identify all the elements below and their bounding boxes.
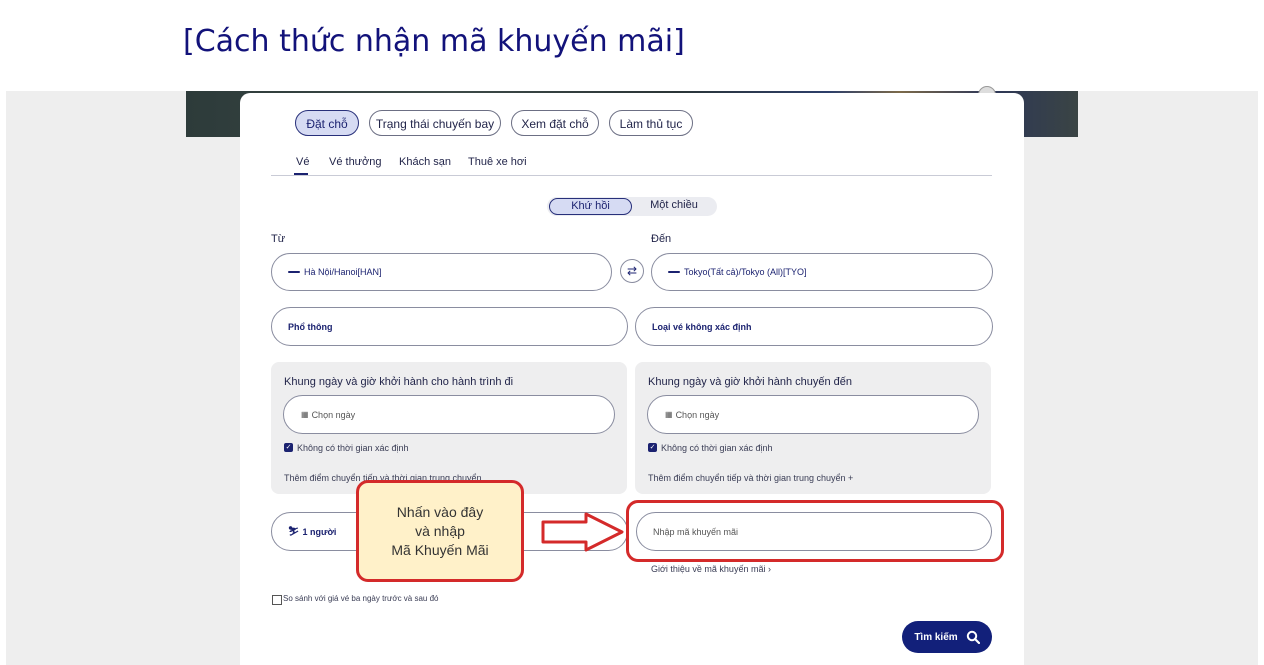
outbound-date-field[interactable]: ▦ Chọn ngày [283, 395, 615, 434]
inbound-title: Khung ngày và giờ khởi hành chuyến đến [648, 376, 853, 388]
inbound-date-field[interactable]: ▦ Chọn ngày [647, 395, 979, 434]
fare-type-select[interactable]: Loại vé không xác định [635, 307, 993, 346]
to-field[interactable]: Tokyo(Tất cả)/Tokyo (All)[TYO] [651, 253, 993, 291]
tab-hotel[interactable]: Khách sạn [399, 156, 451, 168]
inbound-date-placeholder: Chọn ngày [675, 409, 720, 420]
callout-line-3: Mã Khuyến Mãi [391, 541, 489, 558]
promo-intro-link[interactable]: Giới thiệu về mã khuyến mãi › [651, 564, 771, 574]
round-trip-option[interactable]: Khứ hồi [549, 198, 632, 215]
instruction-callout: Nhấn vào đây và nhập Mã Khuyến Mãi [356, 480, 524, 582]
inbound-add-stopover-link[interactable]: Thêm điểm chuyển tiếp và thời gian trung… [648, 473, 853, 483]
from-field[interactable]: Hà Nội/Hanoi[HAN] [271, 253, 612, 291]
inbound-no-time-checkbox[interactable]: ✓ [648, 443, 657, 452]
swap-icon[interactable]: ⇄ [620, 259, 644, 283]
search-button-label: Tìm kiếm [914, 631, 958, 643]
search-icon [966, 630, 980, 644]
outbound-no-time-label: Không có thời gian xác định [297, 443, 409, 453]
outbound-date-placeholder: Chọn ngày [311, 409, 356, 420]
tab-booking[interactable]: Đặt chỗ [295, 110, 359, 136]
departure-plane-icon [288, 271, 300, 273]
compare-checkbox[interactable] [272, 595, 282, 605]
from-label: Từ [271, 233, 286, 245]
calendar-icon: ▦ [665, 410, 673, 419]
promo-intro-text: Giới thiệu về mã khuyến mãi [651, 564, 766, 574]
page-title: [Cách thức nhận mã khuyến mãi] [183, 24, 685, 59]
outbound-no-time-checkbox[interactable]: ✓ [284, 443, 293, 452]
person-icon: ⛷ [288, 526, 300, 536]
inbound-no-time-label: Không có thời gian xác định [661, 443, 773, 453]
arrival-plane-icon [668, 271, 680, 273]
cabin-class-select[interactable]: Phổ thông [271, 307, 628, 346]
tab-award-ticket[interactable]: Vé thưởng [329, 156, 382, 168]
outbound-title: Khung ngày và giờ khởi hành cho hành trì… [284, 376, 514, 388]
tab-view-booking[interactable]: Xem đặt chỗ [511, 110, 599, 136]
from-value: Hà Nội/Hanoi[HAN] [304, 267, 382, 277]
callout-line-1: Nhấn vào đây [396, 503, 484, 520]
tabs-divider [271, 175, 992, 176]
chevron-right-icon: › [767, 564, 771, 574]
to-value: Tokyo(Tất cả)/Tokyo (All)[TYO] [684, 267, 807, 277]
compare-label: So sánh với giá vé ba ngày trước và sau … [283, 594, 439, 603]
calendar-icon: ▦ [301, 410, 309, 419]
tab-check-in[interactable]: Làm thủ tục [609, 110, 693, 136]
callout-line-2: và nhập [415, 522, 465, 539]
tab-flight-status[interactable]: Trạng thái chuyến bay [369, 110, 501, 136]
to-label: Đến [651, 233, 672, 245]
search-button[interactable]: Tìm kiếm [902, 621, 992, 653]
promo-highlight-frame [626, 500, 1004, 562]
tab-car-rental[interactable]: Thuê xe hơi [468, 156, 527, 168]
passenger-value: 1 người [302, 526, 337, 537]
tab-ticket[interactable]: Vé [296, 156, 309, 168]
one-way-option[interactable]: Một chiều [636, 199, 712, 211]
arrow-right-icon [541, 512, 624, 552]
